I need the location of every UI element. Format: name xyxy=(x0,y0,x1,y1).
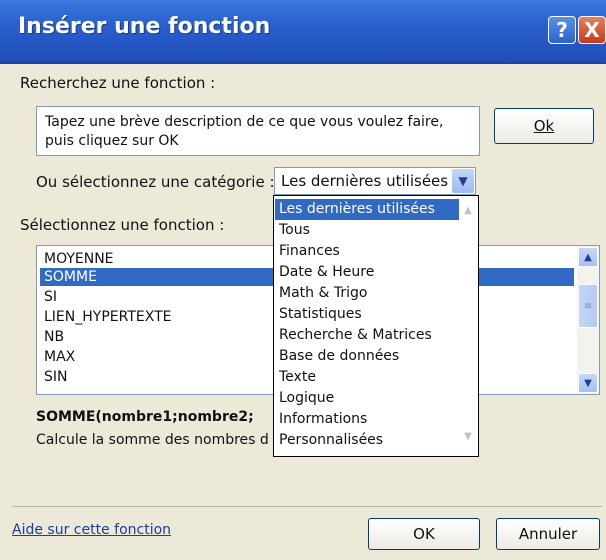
help-glyph: ? xyxy=(556,18,568,42)
dropdown-scroll-down-icon[interactable]: ▼ xyxy=(460,428,476,444)
category-label: Ou sélectionnez une catégorie : xyxy=(36,173,275,191)
ok-button-label: OK xyxy=(413,525,435,543)
dropdown-option[interactable]: Tous xyxy=(275,220,459,241)
dropdown-option[interactable]: Logique xyxy=(275,388,459,409)
function-signature: SOMME(nombre1;nombre2; xyxy=(36,409,254,425)
function-list-label: Sélectionnez une fonction : xyxy=(20,216,225,234)
cancel-button-label: Annuler xyxy=(518,525,578,543)
ok-button[interactable]: OK xyxy=(368,518,480,550)
dropdown-scroll-up-icon[interactable]: ▲ xyxy=(460,202,476,218)
close-glyph: X xyxy=(584,18,600,42)
dropdown-option[interactable]: Finances xyxy=(275,241,459,262)
dropdown-option[interactable]: Informations xyxy=(275,409,459,430)
category-dropdown-list[interactable]: Les dernières utilisées Tous Finances Da… xyxy=(273,195,479,457)
category-selected-value: Les dernières utilisées xyxy=(281,172,449,190)
help-icon[interactable]: ? xyxy=(548,16,576,44)
chevron-down-icon[interactable]: ▼ xyxy=(452,169,474,193)
dropdown-option[interactable]: Les dernières utilisées xyxy=(275,199,459,220)
vertical-scrollbar[interactable]: ▲ ≡ ▼ xyxy=(577,246,599,394)
category-select[interactable]: Les dernières utilisées ▼ xyxy=(274,167,476,195)
cancel-button[interactable]: Annuler xyxy=(496,518,600,550)
scroll-up-icon[interactable]: ▲ xyxy=(578,247,598,267)
footer-divider xyxy=(12,506,602,507)
title-bar: Insérer une fonction ? X xyxy=(0,0,606,64)
dropdown-option[interactable]: Recherche & Matrices xyxy=(275,325,459,346)
window-title: Insérer une fonction xyxy=(18,14,271,39)
function-description: Calcule la somme des nombres d xyxy=(36,432,269,448)
search-ok-button[interactable]: Ok xyxy=(494,108,594,144)
help-link[interactable]: Aide sur cette fonction xyxy=(12,522,171,538)
dropdown-option[interactable]: Statistiques xyxy=(275,304,459,325)
dropdown-option[interactable]: Personnalisées xyxy=(275,430,459,451)
dropdown-option[interactable]: Base de données xyxy=(275,346,459,367)
dropdown-option[interactable]: Date & Heure xyxy=(275,262,459,283)
scroll-thumb[interactable]: ≡ xyxy=(578,284,598,328)
scroll-down-icon[interactable]: ▼ xyxy=(578,373,598,393)
dropdown-option[interactable]: Math & Trigo xyxy=(275,283,459,304)
search-ok-label: Ok xyxy=(533,117,555,135)
close-icon[interactable]: X xyxy=(578,16,606,44)
search-label: Recherchez une fonction : xyxy=(20,74,216,92)
search-description-input[interactable]: Tapez une brève description de ce que vo… xyxy=(36,106,480,156)
dropdown-option[interactable]: Texte xyxy=(275,367,459,388)
